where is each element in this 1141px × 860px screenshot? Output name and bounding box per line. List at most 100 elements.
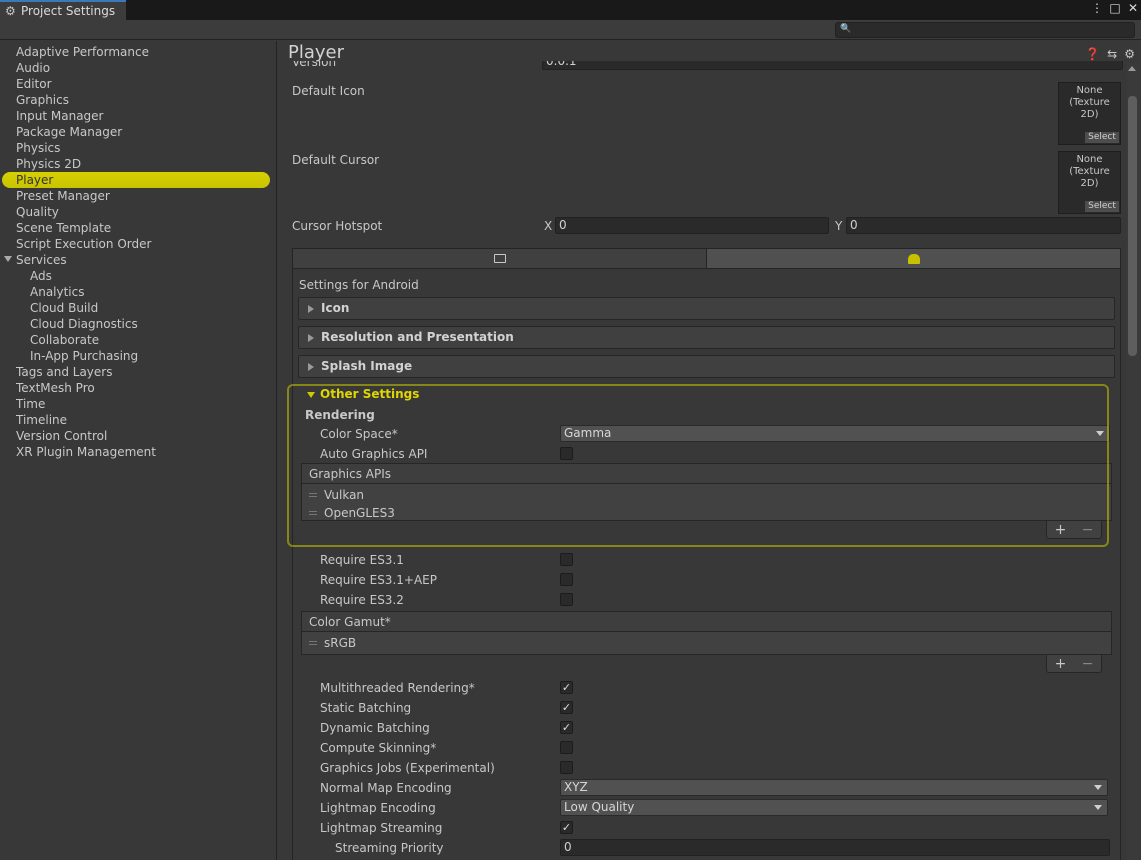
remove-button[interactable]: − [1082, 522, 1094, 538]
default-cursor-select-button[interactable]: Select [1085, 201, 1119, 212]
header-icons: ❓ ⇆ ⚙ [1085, 47, 1135, 61]
add-button[interactable]: + [1055, 522, 1067, 538]
sidebar-item-preset-manager[interactable]: Preset Manager [0, 188, 276, 204]
section-other-settings[interactable]: Other Settings [298, 384, 1115, 407]
remove-button[interactable]: − [1082, 656, 1094, 672]
android-settings-box: Settings for Android Icon Resolution and… [292, 269, 1121, 860]
texture-none-text: None [1076, 85, 1103, 96]
default-cursor-slot[interactable]: None (Texture 2D) Select [1058, 151, 1121, 214]
chevron-down-icon [1094, 785, 1102, 790]
dynamic-batching-label: Dynamic Batching [320, 721, 430, 735]
default-icon-slot[interactable]: None (Texture 2D) Select [1058, 82, 1121, 145]
tab-android[interactable] [707, 249, 1120, 268]
sidebar-item-graphics[interactable]: Graphics [0, 92, 276, 108]
sidebar-item-scene-template[interactable]: Scene Template [0, 220, 276, 236]
foldout-expanded-icon [307, 392, 315, 398]
normal-map-encoding-dropdown[interactable]: XYZ [560, 779, 1108, 796]
hotspot-y-field[interactable]: 0 [846, 217, 1121, 234]
require-es31-checkbox[interactable] [560, 553, 573, 566]
drag-handle-icon[interactable] [309, 493, 317, 497]
sidebar-item-in-app-purchasing[interactable]: In-App Purchasing [0, 348, 276, 364]
sidebar-item-label: Script Execution Order [16, 237, 152, 251]
texture-none-text: None [1076, 154, 1103, 165]
graphics-jobs-checkbox[interactable] [560, 761, 573, 774]
sidebar-item-services[interactable]: Services [0, 252, 276, 268]
settings-icon[interactable]: ⚙ [1124, 47, 1135, 61]
compute-skinning-checkbox[interactable] [560, 741, 573, 754]
hotspot-x-field[interactable]: 0 [555, 217, 829, 234]
sidebar-item-script-execution-order[interactable]: Script Execution Order [0, 236, 276, 252]
foldout-expanded-icon[interactable] [4, 256, 12, 262]
sidebar-item-label: Time [16, 397, 46, 411]
list-item[interactable]: Vulkan [302, 486, 1111, 504]
sidebar-item-xr-plugin-management[interactable]: XR Plugin Management [0, 444, 276, 460]
sidebar-item-adaptive-performance[interactable]: Adaptive Performance [0, 44, 276, 60]
sidebar-item-physics-2d[interactable]: Physics 2D [0, 156, 276, 172]
auto-graphics-api-checkbox[interactable] [560, 447, 573, 460]
foldout-collapsed-icon [308, 363, 314, 371]
sidebar-item-label: Scene Template [16, 221, 112, 235]
color-space-dropdown[interactable]: Gamma [560, 425, 1110, 442]
window-tab-project-settings[interactable]: ⚙ Project Settings [0, 0, 126, 20]
lightmap-streaming-checkbox[interactable]: ✓ [560, 821, 573, 834]
sidebar-item-physics[interactable]: Physics [0, 140, 276, 156]
require-es31-aep-checkbox[interactable] [560, 573, 573, 586]
add-button[interactable]: + [1055, 656, 1067, 672]
drag-handle-icon[interactable] [309, 641, 317, 645]
section-splash-image[interactable]: Splash Image [298, 355, 1115, 378]
sidebar-item-label: Cloud Build [30, 301, 99, 315]
sidebar-item-cloud-build[interactable]: Cloud Build [0, 300, 276, 316]
sidebar-item-package-manager[interactable]: Package Manager [0, 124, 276, 140]
sidebar-item-ads[interactable]: Ads [0, 268, 276, 284]
streaming-priority-label: Streaming Priority [335, 841, 444, 855]
preset-icon[interactable]: ⇆ [1107, 47, 1117, 61]
dynamic-batching-checkbox[interactable]: ✓ [560, 721, 573, 734]
default-icon-select-button[interactable]: Select [1085, 132, 1119, 143]
search-input[interactable] [835, 22, 1135, 38]
lightmap-encoding-dropdown[interactable]: Low Quality [560, 799, 1108, 816]
sidebar-item-version-control[interactable]: Version Control [0, 428, 276, 444]
sidebar-item-label: Physics [16, 141, 61, 155]
section-icon[interactable]: Icon [298, 297, 1115, 320]
version-label: Version [292, 61, 337, 69]
sidebar-item-input-manager[interactable]: Input Manager [0, 108, 276, 124]
tab-desktop[interactable] [293, 249, 707, 268]
foldout-collapsed-icon [308, 305, 314, 313]
sidebar-item-cloud-diagnostics[interactable]: Cloud Diagnostics [0, 316, 276, 332]
maximize-icon[interactable]: □ [1109, 1, 1121, 15]
version-field[interactable]: 0.0.1 [542, 61, 1123, 70]
compute-skinning-label: Compute Skinning* [320, 741, 437, 755]
multithreaded-rendering-checkbox[interactable]: ✓ [560, 681, 573, 694]
sidebar-item-editor[interactable]: Editor [0, 76, 276, 92]
help-icon[interactable]: ❓ [1085, 47, 1100, 61]
list-item[interactable]: OpenGLES3 [302, 504, 1111, 522]
monitor-icon [493, 254, 506, 263]
section-resolution[interactable]: Resolution and Presentation [298, 326, 1115, 349]
static-batching-checkbox[interactable]: ✓ [560, 701, 573, 714]
sidebar-item-timeline[interactable]: Timeline [0, 412, 276, 428]
scroll-up-icon[interactable] [1128, 66, 1136, 71]
more-menu-icon[interactable]: ⋮ [1091, 1, 1103, 15]
drag-handle-icon[interactable] [309, 511, 317, 515]
scroll-thumb[interactable] [1128, 96, 1137, 356]
sidebar-item-analytics[interactable]: Analytics [0, 284, 276, 300]
sidebar-item-label: Tags and Layers [16, 365, 113, 379]
rendering-heading: Rendering [305, 408, 375, 422]
sidebar-item-collaborate[interactable]: Collaborate [0, 332, 276, 348]
sidebar-item-label: Package Manager [16, 125, 123, 139]
dropdown-value: XYZ [564, 780, 588, 794]
require-es32-checkbox[interactable] [560, 593, 573, 606]
sidebar-item-textmesh-pro[interactable]: TextMesh Pro [0, 380, 276, 396]
list-item[interactable]: sRGB [302, 634, 1111, 652]
main-panel: Player ❓ ⇆ ⚙ Version 0.0.1 Default Icon … [278, 41, 1141, 860]
dropdown-value: Low Quality [564, 800, 635, 814]
streaming-priority-field[interactable]: 0 [560, 839, 1110, 856]
sidebar-item-tags-and-layers[interactable]: Tags and Layers [0, 364, 276, 380]
sidebar-item-time[interactable]: Time [0, 396, 276, 412]
sidebar-item-player[interactable]: Player [2, 172, 270, 188]
sidebar-item-audio[interactable]: Audio [0, 60, 276, 76]
close-icon[interactable]: ✕ [1127, 1, 1139, 15]
chevron-down-icon [1094, 805, 1102, 810]
sidebar-item-label: Quality [16, 205, 59, 219]
sidebar-item-quality[interactable]: Quality [0, 204, 276, 220]
